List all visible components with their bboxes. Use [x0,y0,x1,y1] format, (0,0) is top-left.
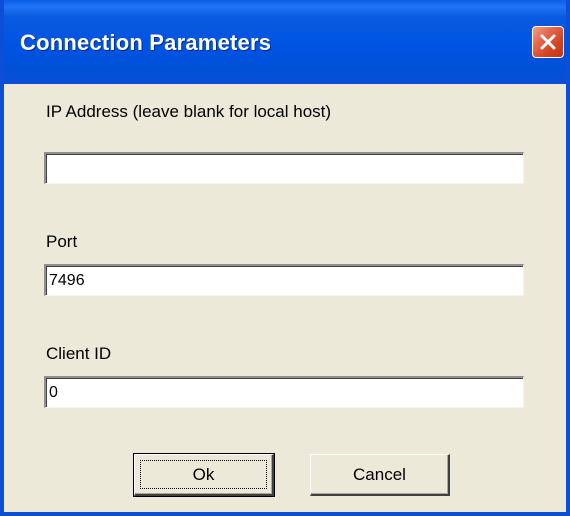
ip-address-label: IP Address (leave blank for local host) [46,102,332,121]
ok-button-label: Ok [192,464,215,484]
dialog-title: Connection Parameters [20,30,272,55]
ok-button[interactable]: Ok [133,453,275,497]
ip-address-input[interactable] [44,152,524,184]
title-bar[interactable]: Connection Parameters [4,0,566,84]
connection-parameters-dialog: Connection Parameters [0,0,570,516]
cancel-button-label: Cancel [353,464,406,484]
client-id-label: Client ID [46,344,112,363]
port-input[interactable]: 7496 [44,264,524,296]
cancel-button[interactable]: Cancel [310,454,450,496]
client-id-input[interactable]: 0 [44,376,524,408]
close-button[interactable] [532,26,564,58]
close-icon [539,33,557,51]
port-label: Port [46,232,78,251]
